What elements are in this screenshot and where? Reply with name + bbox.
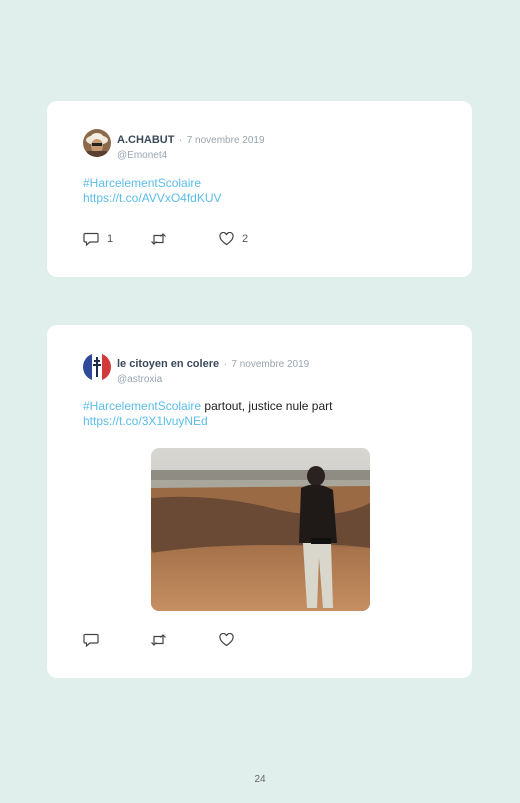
like-count: 2: [242, 233, 249, 245]
like-button[interactable]: [219, 633, 234, 647]
retweet-button[interactable]: [150, 633, 167, 647]
tweet-meta: le citoyen en colere · 7 novembre 2019 @…: [117, 354, 309, 385]
tweet-media-image[interactable]: [151, 448, 370, 611]
reply-icon: [83, 232, 99, 246]
separator: ·: [223, 359, 227, 370]
heart-icon: [219, 633, 234, 647]
reply-count: 1: [107, 233, 114, 245]
retweet-icon: [150, 633, 167, 647]
tweet-meta: A.CHABUT · 7 novembre 2019 @Emonet4: [117, 130, 265, 161]
tweet-body-text: partout, justice nule part: [201, 399, 333, 413]
page-number: 24: [254, 774, 266, 785]
heart-icon: [219, 232, 234, 246]
author-name[interactable]: A.CHABUT: [117, 134, 174, 146]
tweet-link[interactable]: https://t.co/AVVxO4fdKUV: [83, 191, 222, 205]
retweet-icon: [150, 232, 167, 246]
separator: ·: [178, 135, 183, 146]
like-button[interactable]: 2: [219, 232, 248, 246]
tweet-date[interactable]: 7 novembre 2019: [231, 359, 309, 370]
tweet-link[interactable]: https://t.co/3X1lvuyNEd: [83, 414, 208, 428]
avatar[interactable]: [83, 353, 111, 381]
author-handle[interactable]: @Emonet4: [117, 150, 265, 161]
reply-icon: [83, 633, 99, 647]
tweet-text: #HarcelementScolaire partout, justice nu…: [83, 399, 332, 429]
retweet-button[interactable]: [150, 232, 167, 246]
reply-button[interactable]: 1: [83, 232, 113, 246]
hashtag-link[interactable]: #HarcelementScolaire: [83, 399, 201, 413]
tweet-card: A.CHABUT · 7 novembre 2019 @Emonet4 #Har…: [47, 101, 472, 277]
hashtag-link[interactable]: #HarcelementScolaire: [83, 176, 201, 190]
tweet-card: le citoyen en colere · 7 novembre 2019 @…: [47, 325, 472, 678]
author-handle[interactable]: @astroxia: [117, 374, 309, 385]
tweet-date[interactable]: 7 novembre 2019: [187, 135, 265, 146]
author-name[interactable]: le citoyen en colere: [117, 358, 219, 370]
reply-button[interactable]: [83, 633, 99, 647]
tweet-text: #HarcelementScolaire https://t.co/AVVxO4…: [83, 176, 222, 206]
avatar[interactable]: [83, 129, 111, 157]
